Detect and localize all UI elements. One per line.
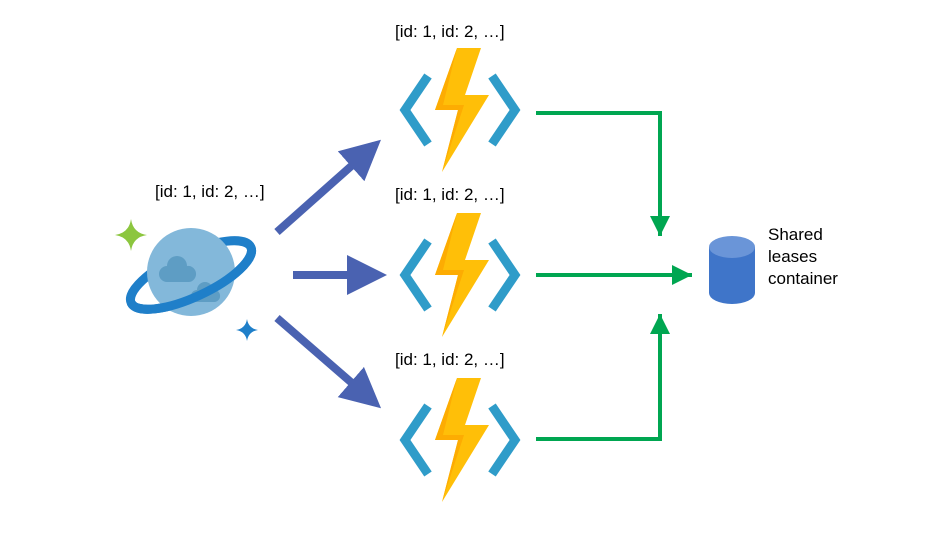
database-label-line2: leases — [768, 246, 838, 268]
function-icon-1 — [395, 48, 525, 177]
database-icon — [705, 235, 759, 310]
cosmos-db-label: [id: 1, id: 2, …] — [155, 182, 265, 202]
architecture-diagram: [id: 1, id: 2, …] [id: 1, id: 2, …] [id:… — [0, 0, 950, 534]
database-label-line3: container — [768, 268, 838, 290]
function-icon-3 — [395, 378, 525, 507]
cosmos-db-icon — [115, 200, 275, 355]
function-label-1: [id: 1, id: 2, …] — [395, 22, 505, 42]
database-label: Shared leases container — [768, 224, 838, 290]
database-label-line1: Shared — [768, 224, 838, 246]
function-label-2: [id: 1, id: 2, …] — [395, 185, 505, 205]
function-icon-2 — [395, 213, 525, 342]
function-label-3: [id: 1, id: 2, …] — [395, 350, 505, 370]
